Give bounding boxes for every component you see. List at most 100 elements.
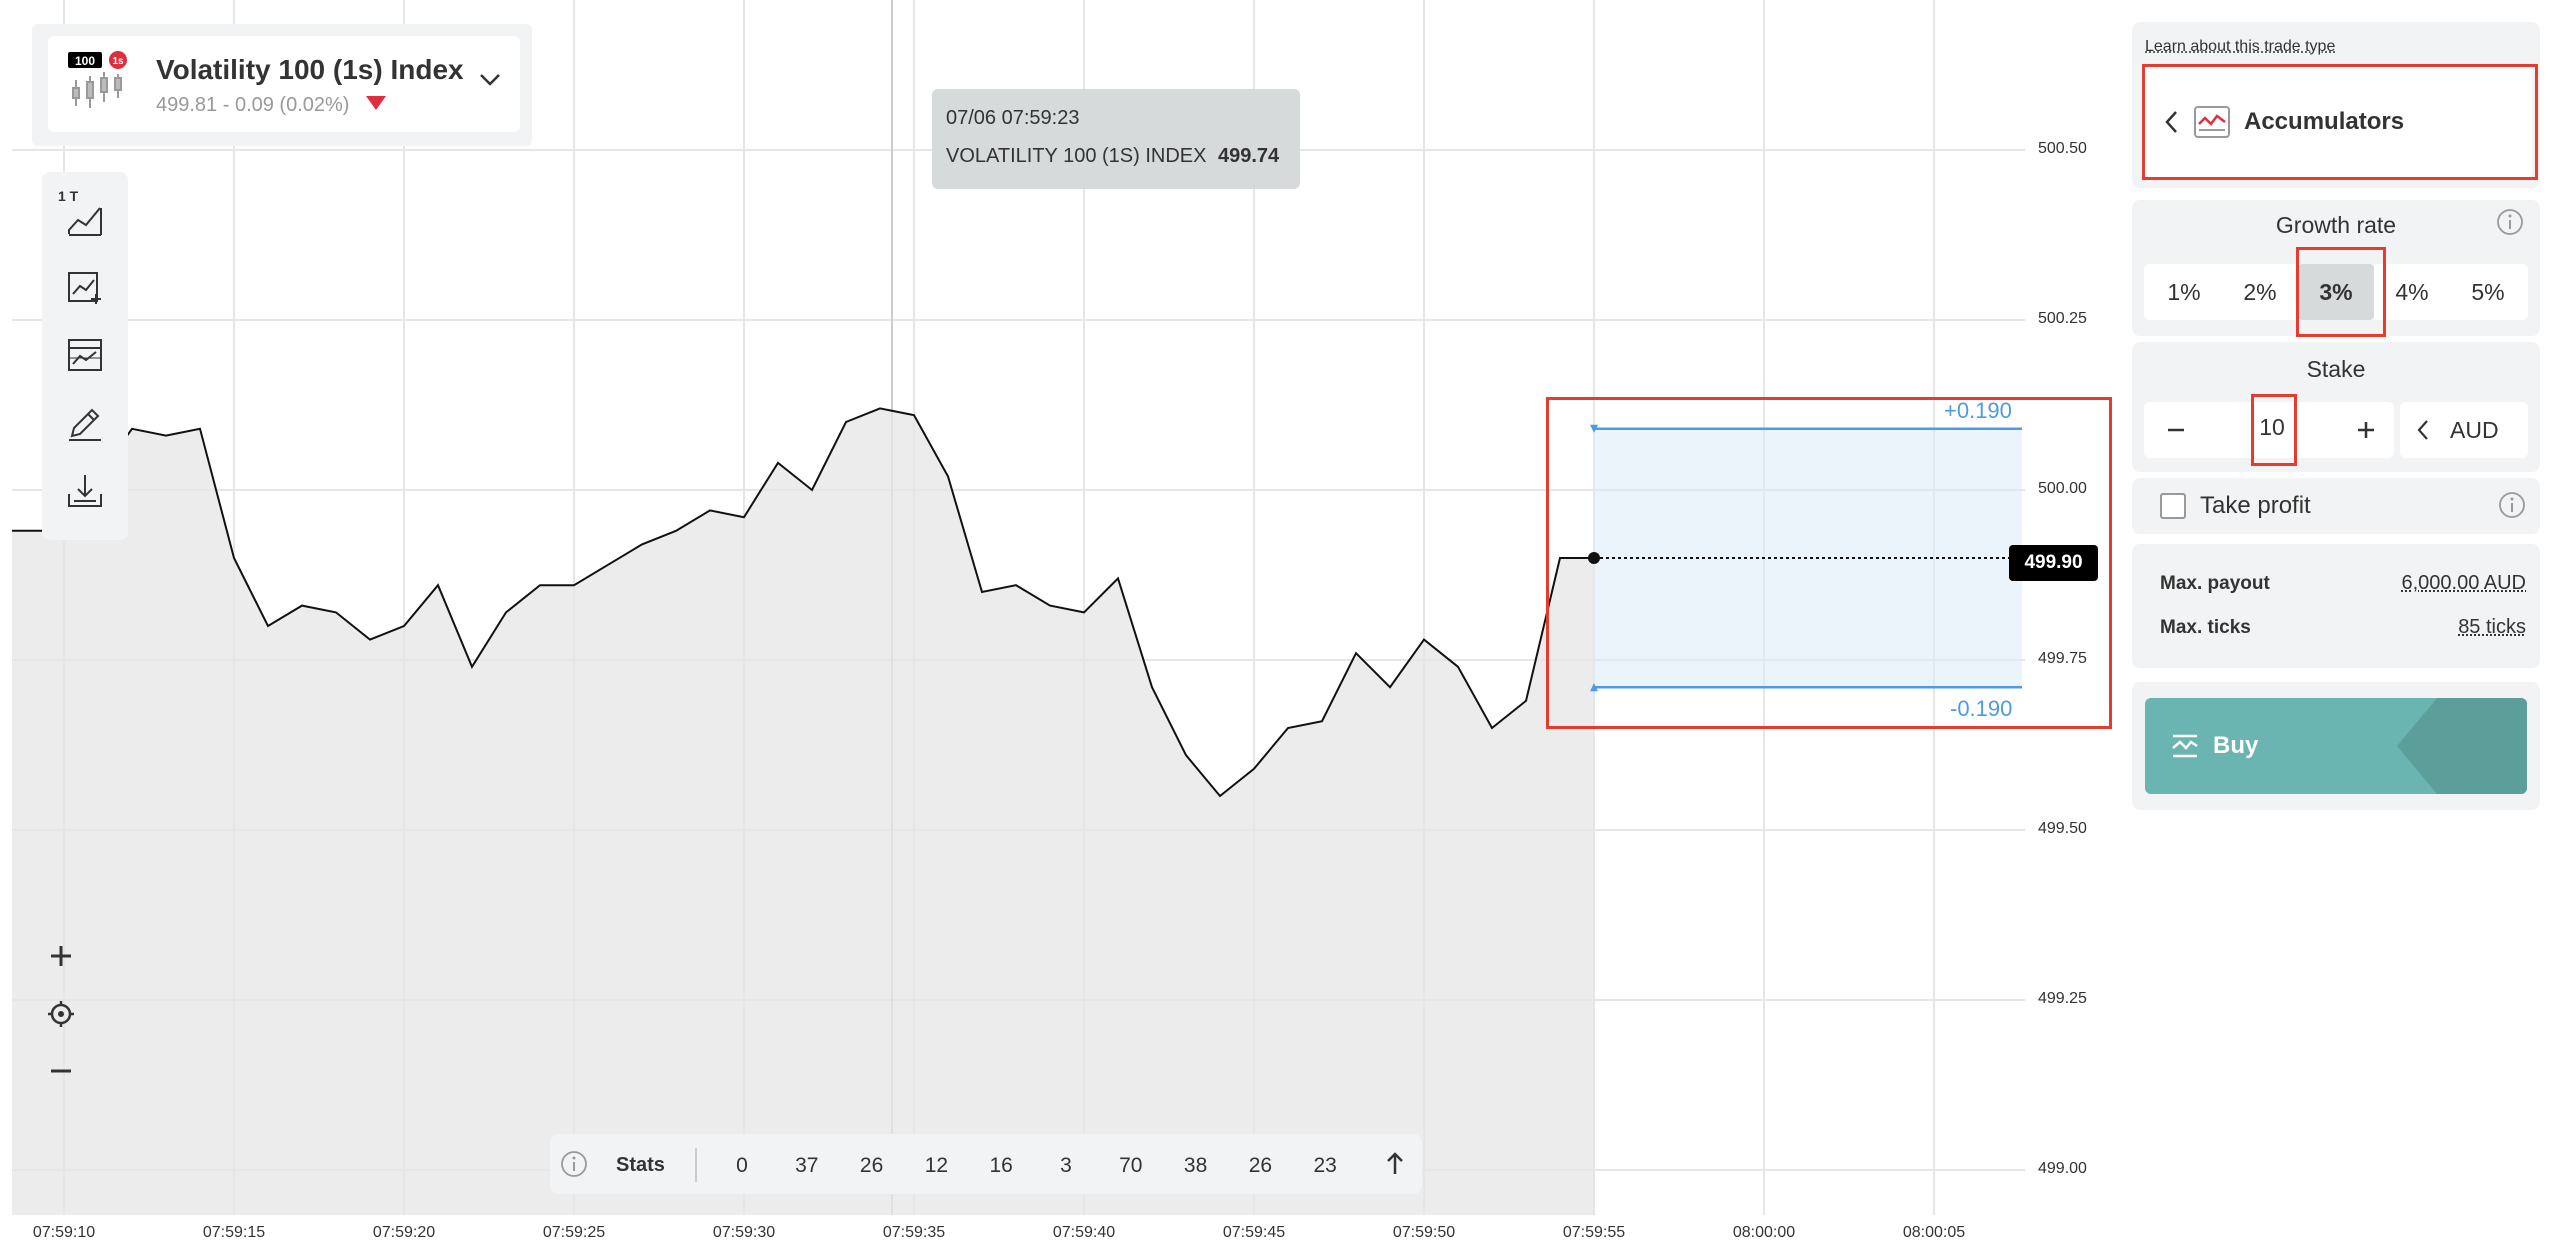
stats-value: 70	[1119, 1154, 1143, 1177]
plus-icon[interactable]	[2344, 408, 2388, 452]
growth-rate-option[interactable]: 5%	[2450, 264, 2526, 320]
max-payout-value: 6,000.00 AUD	[2401, 572, 2526, 594]
info-icon[interactable]	[2498, 491, 2526, 519]
download-icon	[68, 475, 102, 507]
x-tick-label: 07:59:50	[1392, 1224, 1456, 1241]
crosshair-tooltip: 07/06 07:59:23 VOLATILITY 100 (1S) INDEX…	[932, 89, 1300, 189]
x-tick-label: 07:59:30	[712, 1224, 776, 1241]
stats-bar: Stats 0 37 26 12 16 3 70 38 26 23	[550, 1134, 1422, 1194]
growth-rate-option[interactable]: 2%	[2222, 264, 2298, 320]
x-tick-label: 08:00:00	[1732, 1224, 1796, 1241]
y-tick-label: 499.00	[2038, 1160, 2087, 1177]
stats-value: 16	[989, 1154, 1013, 1177]
y-tick-label: 500.50	[2038, 140, 2087, 157]
arrow-up-icon[interactable]	[1382, 1150, 1408, 1178]
learn-trade-type-link[interactable]: Learn about this trade type	[2145, 38, 2335, 56]
area-chart-icon	[68, 207, 102, 236]
chevron-down-icon[interactable]	[478, 72, 502, 88]
growth-rate-option[interactable]: 1%	[2146, 264, 2222, 320]
upper-barrier-label: +0.190	[1944, 398, 2012, 423]
stats-value: 26	[1248, 1154, 1273, 1177]
volatility-index-icon: 100 1s	[68, 51, 127, 108]
buy-button-chevron	[2397, 698, 2437, 794]
plus-icon	[51, 946, 71, 966]
templates-icon	[68, 339, 102, 371]
stats-divider	[695, 1148, 697, 1182]
chevron-left-icon[interactable]	[2162, 108, 2182, 136]
current-price-dot	[1588, 552, 1600, 564]
drawing-tools-button[interactable]	[60, 398, 110, 448]
crosshair-icon	[48, 1001, 74, 1027]
x-tick-label: 07:59:45	[1222, 1224, 1286, 1241]
trade-type-selector[interactable]: Accumulators	[2144, 66, 2532, 178]
x-tick-label: 07:59:10	[32, 1224, 96, 1241]
max-payout-label: Max. payout	[2160, 573, 2270, 594]
stats-value: 23	[1313, 1154, 1337, 1177]
y-tick-label: 500.00	[2038, 480, 2087, 497]
indicators-button[interactable]	[60, 262, 110, 312]
x-tick-label: 07:59:15	[202, 1224, 266, 1241]
chevron-left-icon	[2417, 420, 2428, 440]
info-icon[interactable]	[2496, 208, 2524, 236]
growth-rate-options: 1% 2% 3% 4% 5%	[2144, 264, 2528, 320]
info-icon[interactable]	[560, 1150, 588, 1178]
take-profit-checkbox[interactable]	[2160, 493, 2186, 519]
stats-value: 12	[924, 1154, 949, 1177]
stats-value: 0	[736, 1154, 748, 1177]
zoom-out-button[interactable]	[40, 1050, 82, 1092]
x-tick-label: 07:59:55	[1562, 1224, 1626, 1241]
stats-value: 26	[859, 1154, 884, 1177]
stake-input[interactable]: 10	[2144, 402, 2394, 458]
barrier-band	[1594, 428, 2022, 688]
price-area	[12, 408, 1594, 1215]
symbol-name: Volatility 100 (1s) Index	[156, 54, 464, 85]
take-profit-section	[2132, 478, 2540, 534]
trade-type-label: Accumulators	[2244, 108, 2405, 135]
y-tick-label: 500.25	[2038, 310, 2087, 327]
indicators-icon	[68, 272, 101, 304]
chart-type-button[interactable]	[60, 194, 110, 244]
y-tick-label: 499.50	[2038, 820, 2087, 837]
symbol-selector[interactable]: 100 1s Volatility 100 (1s) Index 499.81 …	[48, 36, 520, 132]
symbol-badge-number: 100	[75, 54, 95, 68]
currency-selector[interactable]: AUD	[2400, 402, 2528, 458]
pencil-icon	[69, 408, 101, 441]
price-down-arrow-icon	[366, 96, 386, 110]
y-tick-label: 499.25	[2038, 990, 2087, 1007]
tooltip-value: 499.74	[1218, 145, 1280, 167]
current-price-badge: 499.90	[2009, 545, 2098, 581]
growth-rate-option[interactable]: 4%	[2374, 264, 2450, 320]
lower-barrier-label: -0.190	[1950, 696, 2013, 721]
buy-label: Buy	[2213, 732, 2259, 759]
stake-value[interactable]: 10	[2244, 414, 2300, 441]
tooltip-datetime: 07/06 07:59:23	[946, 107, 1080, 129]
max-ticks-label: Max. ticks	[2160, 617, 2251, 638]
x-tick-label: 07:59:40	[1052, 1224, 1116, 1241]
payout-info-section	[2132, 544, 2540, 668]
buy-button-tail	[2397, 698, 2527, 794]
symbol-price-change: 499.81 - 0.09 (0.02%)	[156, 94, 350, 116]
currency-label: AUD	[2450, 417, 2499, 443]
accumulators-icon	[2172, 734, 2198, 758]
trading-screen: 500.50 500.25 500.00 499.75 499.50 499.25 499.…	[0, 0, 2560, 1255]
x-tick-label: 07:59:20	[372, 1224, 436, 1241]
x-tick-label: 07:59:25	[542, 1224, 606, 1241]
x-tick-label: 08:00:05	[1902, 1224, 1966, 1241]
download-button[interactable]	[60, 466, 110, 516]
symbol-badge-interval: 1s	[112, 56, 124, 67]
reset-zoom-button[interactable]	[40, 993, 82, 1035]
max-ticks-value: 85 ticks	[2458, 616, 2526, 638]
symbol-selector-wrap: 100 1s Volatility 100 (1s) Index 499.81 …	[32, 24, 532, 146]
y-tick-label: 499.75	[2038, 650, 2087, 667]
x-tick-label: 07:59:35	[882, 1224, 946, 1241]
growth-rate-option[interactable]: 3%	[2298, 264, 2374, 320]
zoom-in-button[interactable]	[40, 935, 82, 977]
buy-button[interactable]: Buy	[2145, 698, 2527, 794]
chart-area	[12, 408, 1594, 1215]
minus-icon[interactable]	[2154, 408, 2198, 452]
stake-title: Stake	[2306, 356, 2366, 382]
templates-button[interactable]	[60, 330, 110, 380]
stats-value: 3	[1060, 1154, 1072, 1177]
minus-icon	[51, 1069, 71, 1073]
take-profit-label[interactable]: Take profit	[2200, 492, 2311, 520]
